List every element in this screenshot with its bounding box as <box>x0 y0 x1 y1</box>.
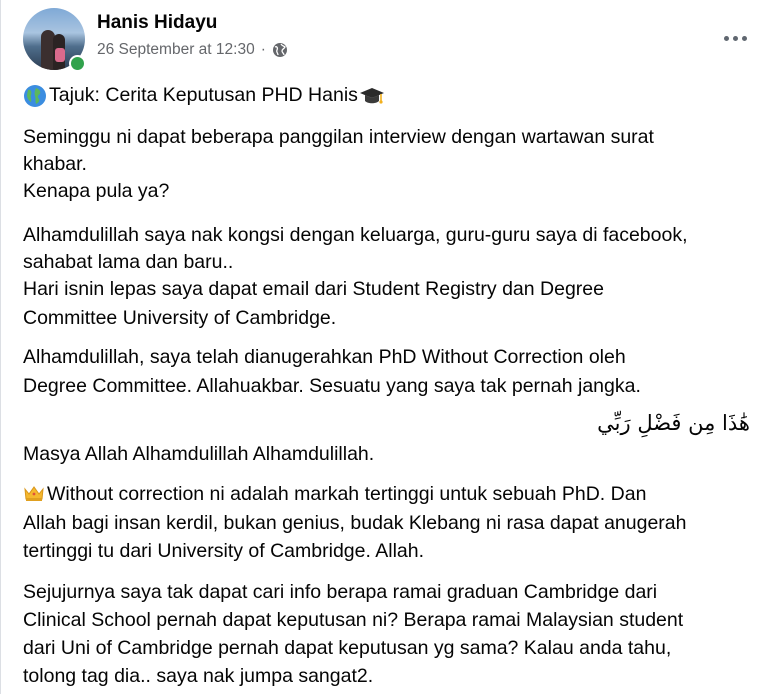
post-text-line: Kenapa pula ya? <box>23 180 170 202</box>
earth-globe-emoji-icon <box>24 84 46 107</box>
post-meta: 26 September at 12:30 · <box>97 41 288 59</box>
dot-icon <box>723 35 729 41</box>
author-avatar[interactable] <box>23 8 86 72</box>
post-text-line: sahabat lama dan baru.. <box>23 251 234 273</box>
post-timestamp[interactable]: 26 September at 12:30 <box>97 41 255 59</box>
globe-icon[interactable] <box>272 42 288 58</box>
post-text-line: Alhamdulillah, saya telah dianugerahkan … <box>23 346 626 368</box>
meta-separator: · <box>260 41 266 58</box>
post-text-line: Sejujurnya saya tak dapat cari info bera… <box>23 581 658 603</box>
post-text-line: khabar. <box>23 153 87 175</box>
dot-icon <box>732 35 738 41</box>
dot-icon <box>741 35 747 41</box>
arabic-verse: هَٰذَا مِن فَضْلِ رَبِّي <box>597 411 750 435</box>
post-text-line: Masya Allah Alhamdulillah Alhamdulillah. <box>23 443 375 465</box>
post-text-line: Without correction ni adalah markah tert… <box>23 481 646 508</box>
post-text-line: Degree Committee. Allahuakbar. Sesuatu y… <box>23 375 641 397</box>
post-text-line: dari Uni of Cambridge pernah dapat keput… <box>23 637 672 659</box>
post-title-line: Tajuk: Cerita Keputusan PHD Hanis <box>23 82 385 109</box>
post-text-line: tolong tag dia.. saya nak jumpa sangat2. <box>23 665 374 687</box>
graduation-cap-emoji-icon <box>359 87 384 104</box>
post-text-line: Seminggu ni dapat beberapa panggilan int… <box>23 126 654 148</box>
post-text-span: Without correction ni adalah markah tert… <box>47 483 647 505</box>
post-header: Hanis Hidayu 26 September at 12:30 · <box>23 8 763 72</box>
post-text-line: Clinical School pernah dapat keputusan n… <box>23 609 684 631</box>
author-name[interactable]: Hanis Hidayu <box>97 12 217 34</box>
more-options-button[interactable] <box>715 22 755 54</box>
post-text-line: Allah bagi insan kerdil, bukan genius, b… <box>23 512 687 534</box>
post-text-line: Hari isnin lepas saya dapat email dari S… <box>23 278 604 300</box>
post-text-line: Alhamdulillah saya nak kongsi dengan kel… <box>23 224 688 246</box>
online-status-dot <box>69 55 86 72</box>
post-text-line: tertinggi tu dari University of Cambridg… <box>23 540 425 562</box>
crown-emoji-icon <box>24 486 44 501</box>
post-title: Tajuk: Cerita Keputusan PHD Hanis <box>49 84 358 106</box>
post-text-line: Committee University of Cambridge. <box>23 307 337 329</box>
facebook-post: Hanis Hidayu 26 September at 12:30 · Taj… <box>0 0 772 694</box>
